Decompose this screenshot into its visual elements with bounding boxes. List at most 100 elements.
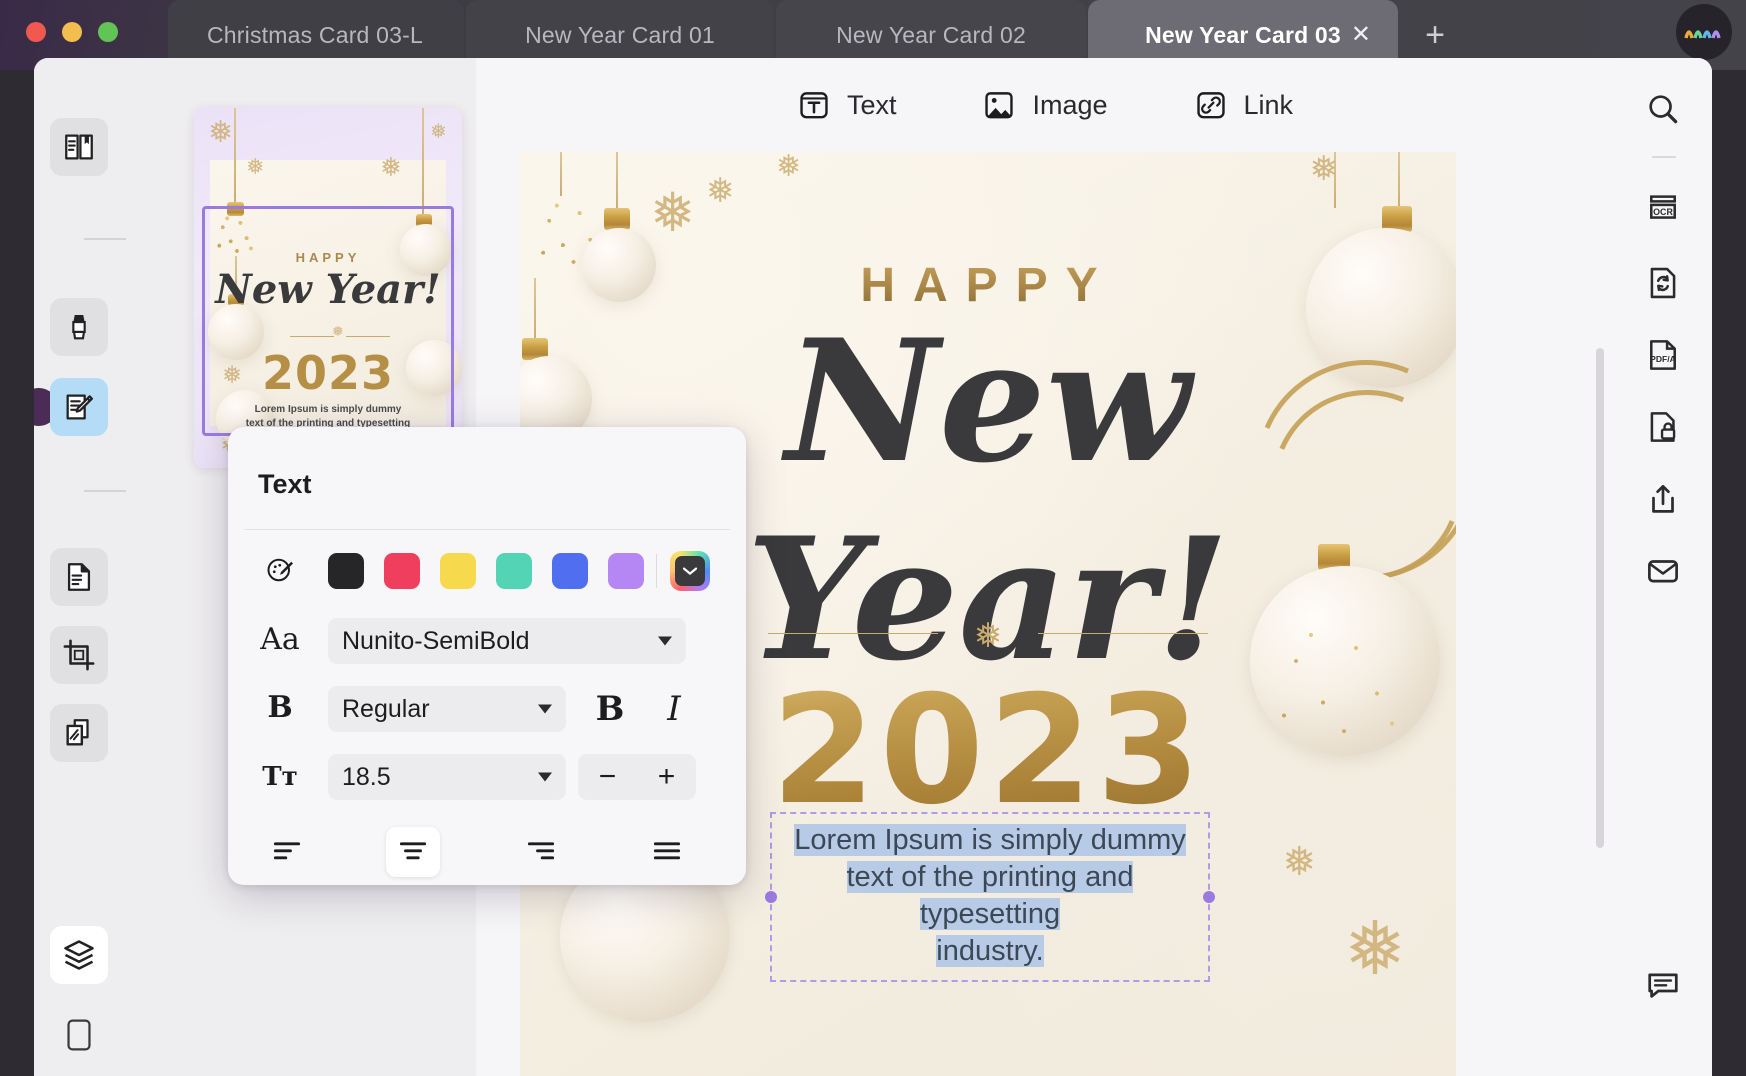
card-divider: ❅: [768, 622, 1208, 644]
share-button[interactable]: [1634, 470, 1692, 528]
font-style-row: B Regular B I: [228, 683, 746, 739]
align-left-icon: [273, 840, 301, 864]
close-icon[interactable]: ✕: [1348, 22, 1374, 48]
add-text-button[interactable]: Text: [797, 88, 897, 122]
increase-font-size-button[interactable]: +: [637, 760, 696, 794]
link-icon: [1194, 88, 1228, 122]
convert-button[interactable]: [1634, 254, 1692, 312]
font-family-select[interactable]: Nunito-SemiBold: [328, 618, 686, 664]
thumbnail-selection-outline: [202, 206, 454, 436]
snowflake-decoration: ❅: [430, 122, 447, 142]
email-icon: [1644, 552, 1682, 590]
tab-label: New Year Card 03: [1145, 22, 1341, 49]
snowflake-icon: ❅: [974, 616, 1003, 656]
sidebar-item-pages[interactable]: [50, 548, 108, 606]
protect-icon: [1644, 408, 1682, 446]
selected-text-box[interactable]: Lorem Ipsum is simply dummy text of the …: [770, 812, 1210, 982]
compare-documents-icon: [62, 716, 96, 750]
align-left-button[interactable]: [260, 827, 314, 877]
close-window-button[interactable]: [26, 22, 46, 42]
panel-title: Text: [258, 469, 312, 500]
chevron-down-icon: [658, 637, 672, 646]
svg-text:PDF/A: PDF/A: [1650, 354, 1676, 364]
sidebar-item-highlight[interactable]: [50, 298, 108, 356]
rail-divider: [84, 238, 126, 240]
comment-button[interactable]: [1634, 956, 1692, 1014]
application-window: ❅ ❅ ❅ ❅ ❅ ❅ HAPPY New Year! ❅ 2023 Lorem…: [34, 58, 1712, 1076]
page-thumbnail[interactable]: ❅ ❅ ❅ ❅ ❅ ❅ HAPPY New Year! ❅ 2023 Lorem…: [194, 108, 462, 468]
search-button[interactable]: [1634, 80, 1692, 138]
color-swatch-yellow[interactable]: [440, 553, 476, 589]
comment-icon: [1644, 966, 1682, 1004]
color-swatch-teal[interactable]: [496, 553, 532, 589]
zoom-window-button[interactable]: [98, 22, 118, 42]
left-toolbar: [34, 58, 136, 1076]
font-size-stepper: − +: [578, 754, 696, 800]
swatch-divider: [656, 554, 657, 588]
sidebar-item-reader[interactable]: [50, 118, 108, 176]
text-icon: [797, 88, 831, 122]
font-style-icon: B: [258, 685, 302, 729]
custom-color-picker[interactable]: [670, 551, 710, 591]
add-link-button[interactable]: Link: [1194, 88, 1294, 122]
ocr-button[interactable]: OCR: [1634, 180, 1692, 238]
align-justify-button[interactable]: [640, 827, 694, 877]
font-style-select[interactable]: Regular: [328, 686, 566, 732]
font-family-icon: Aa: [258, 617, 302, 661]
edit-toolbar: Text Image Link: [476, 58, 1614, 152]
align-center-button[interactable]: [386, 827, 440, 877]
search-icon: [1645, 91, 1681, 127]
bookmark-icon: [64, 1018, 94, 1052]
color-row: [228, 542, 746, 598]
chevron-down-icon: [675, 556, 705, 586]
font-family-row: Aa Nunito-SemiBold: [228, 615, 746, 671]
vertical-scrollbar[interactable]: [1596, 348, 1604, 848]
chevron-down-icon: [538, 705, 552, 714]
align-center-icon: [399, 840, 427, 864]
bold-button[interactable]: B: [584, 686, 636, 732]
snowflake-decoration: ❅: [246, 156, 264, 178]
avatar[interactable]: [1676, 4, 1732, 60]
snowflake-decoration: ❅: [380, 154, 402, 180]
sidebar-item-layers[interactable]: [50, 926, 108, 984]
add-image-button[interactable]: Image: [982, 88, 1107, 122]
sidebar-item-bookmark[interactable]: [50, 1006, 108, 1064]
decrease-font-size-button[interactable]: −: [578, 760, 637, 794]
tab-label: Christmas Card 03-L: [207, 22, 423, 49]
window-controls: [26, 22, 118, 42]
protect-button[interactable]: [1634, 398, 1692, 456]
new-tab-button[interactable]: +: [1412, 18, 1458, 54]
add-image-label: Image: [1032, 90, 1107, 121]
color-palette-icon[interactable]: [258, 548, 302, 592]
card-body-line-2: text of the printing and typesetting: [847, 861, 1134, 930]
snowflake-decoration: ❅: [650, 186, 695, 240]
sidebar-item-compare[interactable]: [50, 704, 108, 762]
snowflake-decoration: ❅: [1310, 152, 1339, 186]
font-size-select[interactable]: 18.5: [328, 754, 566, 800]
add-link-label: Link: [1244, 90, 1294, 121]
ocr-icon: OCR: [1644, 190, 1682, 228]
highlighter-icon: [62, 310, 96, 344]
email-button[interactable]: [1634, 542, 1692, 600]
edit-document-icon: [62, 390, 96, 424]
palette-icon: [265, 555, 295, 585]
color-swatch-black[interactable]: [328, 553, 364, 589]
font-family-value: Nunito-SemiBold: [342, 627, 530, 656]
image-icon: [982, 88, 1016, 122]
tab-label: New Year Card 01: [525, 22, 715, 49]
pdfa-button[interactable]: PDF/A: [1634, 326, 1692, 384]
sidebar-item-crop[interactable]: [50, 626, 108, 684]
color-swatch-blue[interactable]: [552, 553, 588, 589]
font-size-row: Tᴛ 18.5 − +: [228, 751, 746, 807]
minimize-window-button[interactable]: [62, 22, 82, 42]
snowflake-decoration: ❅: [1282, 842, 1316, 882]
snowflake-decoration: ❅: [706, 174, 735, 208]
color-swatch-purple[interactable]: [608, 553, 644, 589]
tab-label: New Year Card 02: [836, 22, 1026, 49]
snowflake-decoration: ❅: [208, 118, 233, 148]
align-right-button[interactable]: [514, 827, 568, 877]
italic-button[interactable]: I: [648, 686, 700, 732]
card-body-line-1: Lorem Ipsum is simply dummy: [794, 824, 1186, 856]
sidebar-item-edit[interactable]: [50, 378, 108, 436]
color-swatch-red[interactable]: [384, 553, 420, 589]
